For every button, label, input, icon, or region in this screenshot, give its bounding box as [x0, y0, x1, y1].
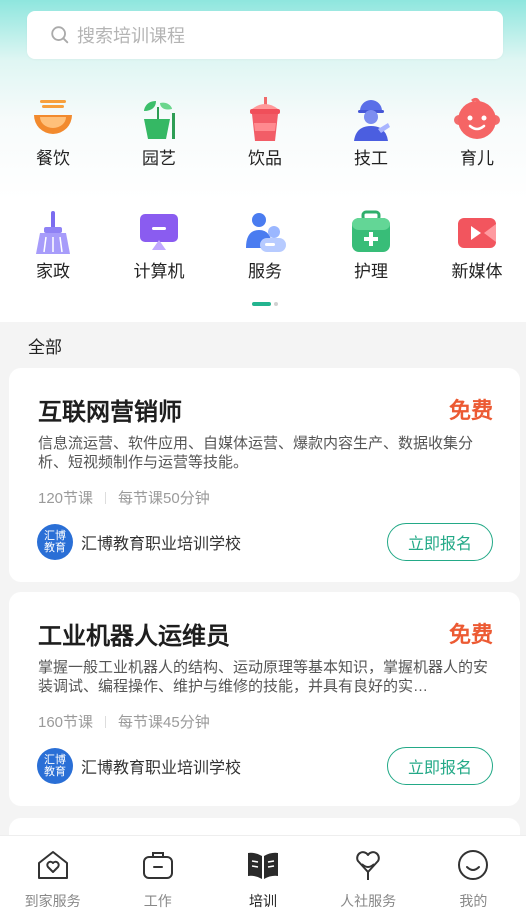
category-label: 餐饮 [36, 149, 70, 168]
open-book-icon [247, 852, 278, 879]
briefcase-icon [142, 852, 173, 879]
divider [105, 491, 107, 504]
course-title: 工业机器人运维员 [38, 623, 230, 650]
course-price: 免费 [448, 398, 493, 423]
category-computer[interactable]: 计算机 [114, 210, 204, 283]
course-meta: 160节课 每节课45分钟 [38, 711, 210, 732]
drink-cup-icon [250, 97, 280, 141]
course-meta: 120节课 每节课50分钟 [38, 487, 210, 508]
category-new-media[interactable]: 新媒体 [432, 210, 522, 283]
course-card[interactable]: 工业机器人运维员 免费 掌握一般工业机器人的结构、运动原理等基本知识，掌握机器人… [9, 592, 520, 806]
category-housekeeping[interactable]: 家政 [8, 210, 98, 283]
category-label: 技工 [354, 149, 388, 168]
tab-label: 到家服务 [24, 893, 81, 909]
school-info: 汇博教育 汇博教育职业培训学校 [37, 524, 241, 560]
course-description: 掌握一般工业机器人的结构、运动原理等基本知识，掌握机器人的安装调试、编程操作、维… [38, 659, 489, 695]
page-dot-active [252, 302, 271, 306]
bottom-tab-bar: 到家服务 工作 培训 人社服务 我的 [0, 835, 526, 909]
category-technician[interactable]: 技工 [326, 97, 416, 170]
tab-home-service[interactable]: 到家服务 [0, 836, 105, 909]
category-food[interactable]: 餐饮 [8, 97, 98, 170]
section-title: 全部 [28, 338, 62, 357]
divider [105, 715, 107, 728]
apply-button[interactable]: 立即报名 [387, 747, 493, 785]
category-drinks[interactable]: 饮品 [220, 97, 310, 170]
baby-face-icon [454, 97, 500, 139]
tab-label: 人社服务 [340, 893, 397, 909]
category-label: 护理 [354, 262, 388, 281]
category-label: 饮品 [248, 149, 282, 168]
category-childcare[interactable]: 育儿 [432, 97, 522, 170]
category-label: 新媒体 [451, 262, 503, 281]
computer-icon [140, 214, 178, 250]
category-label: 服务 [248, 262, 282, 281]
category-label: 育儿 [460, 149, 494, 168]
category-nursing[interactable]: 护理 [326, 210, 416, 283]
school-info: 汇博教育 汇博教育职业培训学校 [37, 748, 241, 784]
category-gardening[interactable]: 园艺 [114, 97, 204, 170]
tab-label: 工作 [143, 893, 172, 909]
school-name: 汇博教育职业培训学校 [81, 536, 242, 553]
lesson-count: 120节课 [38, 490, 94, 507]
tab-label: 我的 [459, 893, 488, 909]
apply-button[interactable]: 立即报名 [387, 523, 493, 561]
tab-social-service[interactable]: 人社服务 [316, 836, 421, 909]
smile-icon [458, 850, 489, 880]
category-label: 家政 [36, 262, 70, 281]
page-indicator [252, 302, 278, 306]
broom-icon [36, 211, 70, 254]
plant-pot-icon [144, 101, 175, 139]
tab-work[interactable]: 工作 [105, 836, 210, 909]
course-card[interactable]: 互联网营销师 免费 信息流运营、软件应用、自媒体运营、爆款内容生产、数据收集分析… [9, 368, 520, 582]
page-dot [274, 302, 278, 306]
lesson-duration: 每节课50分钟 [118, 490, 210, 507]
search-icon [51, 26, 69, 44]
search-bar[interactable]: 搜索培训课程 [27, 11, 503, 59]
lesson-count: 160节课 [38, 714, 94, 731]
tab-label: 培训 [248, 893, 277, 909]
tab-mine[interactable]: 我的 [421, 836, 526, 909]
worker-icon [354, 100, 390, 141]
tab-training[interactable]: 培训 [210, 836, 315, 909]
course-description: 信息流运营、软件应用、自媒体运营、爆款内容生产、数据收集分析、短视频制作与运营等… [38, 435, 474, 471]
category-label: 计算机 [133, 262, 185, 281]
school-name: 汇博教育职业培训学校 [81, 760, 242, 777]
people-icon [246, 213, 286, 252]
school-logo: 汇博教育 [37, 748, 73, 784]
lesson-duration: 每节课45分钟 [118, 714, 210, 731]
home-heart-icon [37, 851, 68, 879]
video-camera-icon [458, 218, 496, 248]
school-logo: 汇博教育 [37, 524, 73, 560]
category-label: 园艺 [142, 149, 176, 168]
heart-person-icon [356, 851, 380, 880]
search-placeholder: 搜索培训课程 [77, 26, 185, 46]
course-price: 免费 [448, 622, 493, 647]
course-title: 互联网营销师 [38, 399, 182, 426]
food-bowl-icon [34, 100, 72, 134]
medical-kit-icon [352, 210, 390, 252]
category-service[interactable]: 服务 [220, 210, 310, 283]
